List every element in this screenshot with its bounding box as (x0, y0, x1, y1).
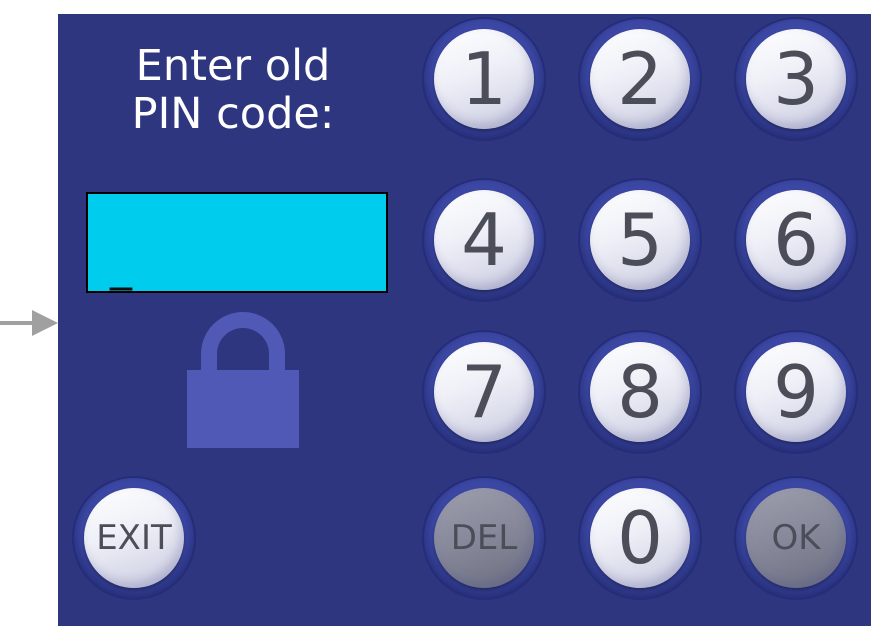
key-1-label: 1 (434, 29, 534, 129)
exit-button-label: EXIT (84, 488, 184, 588)
key-7-label: 7 (434, 342, 534, 442)
delete-button[interactable]: DEL (422, 476, 546, 600)
pin-entry-panel: Enter old PIN code: _ 1 2 3 4 5 6 7 8 9 … (58, 14, 871, 626)
key-0[interactable]: 0 (578, 476, 702, 600)
key-9-label: 9 (746, 342, 846, 442)
pin-input-field[interactable]: _ (86, 192, 388, 293)
padlock-icon (187, 312, 299, 448)
key-3-label: 3 (746, 29, 846, 129)
key-2-label: 2 (590, 29, 690, 129)
key-5-label: 5 (590, 190, 690, 290)
key-4-label: 4 (434, 190, 534, 290)
arrow-right-icon (0, 310, 58, 336)
exit-button[interactable]: EXIT (72, 476, 196, 600)
key-2[interactable]: 2 (578, 17, 702, 141)
key-7[interactable]: 7 (422, 330, 546, 454)
prompt-line-2: PIN code: (131, 89, 335, 139)
ok-button[interactable]: OK (734, 476, 858, 600)
prompt-line-1: Enter old (135, 41, 331, 91)
key-3[interactable]: 3 (734, 17, 858, 141)
key-6[interactable]: 6 (734, 178, 858, 302)
key-0-label: 0 (590, 488, 690, 588)
key-1[interactable]: 1 (422, 17, 546, 141)
key-8-label: 8 (590, 342, 690, 442)
key-8[interactable]: 8 (578, 330, 702, 454)
pin-prompt: Enter old PIN code: (118, 42, 348, 138)
key-9[interactable]: 9 (734, 330, 858, 454)
ok-button-label: OK (746, 488, 846, 588)
key-4[interactable]: 4 (422, 178, 546, 302)
delete-button-label: DEL (434, 488, 534, 588)
key-6-label: 6 (746, 190, 846, 290)
key-5[interactable]: 5 (578, 178, 702, 302)
